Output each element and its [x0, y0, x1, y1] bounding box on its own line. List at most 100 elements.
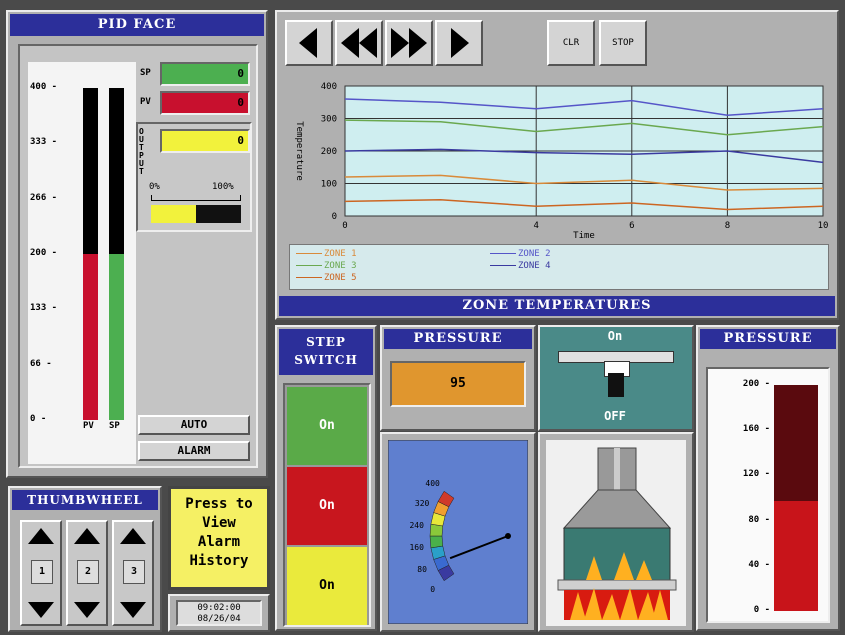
legend-label: ZONE 1: [324, 249, 357, 259]
x-tick-label: 4: [533, 221, 538, 231]
x-axis-label: Time: [573, 231, 595, 241]
legend-item: ZONE 3: [296, 261, 357, 271]
legend-swatch: [296, 265, 322, 266]
next-button[interactable]: [435, 20, 483, 66]
chevron-down-icon[interactable]: [118, 600, 148, 620]
toggle-panel: On OFF: [538, 325, 694, 431]
legend-swatch: [296, 253, 322, 254]
legend-item: ZONE 4: [490, 261, 551, 271]
thumbwheel-column: 1: [20, 520, 62, 626]
trend-legend: ZONE 1 ZONE 2 ZONE 3 ZONE 4 ZONE 5: [289, 244, 829, 290]
legend-item: ZONE 2: [490, 249, 551, 259]
thumbwheel-panel: THUMBWHEEL 123: [8, 486, 162, 632]
output-bar-track: [151, 205, 241, 223]
pressure-bar-tick: 200 -: [742, 379, 770, 389]
legend-swatch: [490, 265, 516, 266]
alarm-history-line1: Press to: [185, 496, 253, 512]
pv-bar-track: [83, 88, 98, 420]
output-scale: [151, 195, 241, 201]
step-state-2[interactable]: On: [287, 467, 367, 545]
output-value-field: 0: [160, 129, 250, 153]
sp-bar-fill: [109, 254, 124, 420]
y-axis-label: Temperature: [294, 121, 304, 181]
auto-button[interactable]: AUTO: [138, 415, 250, 435]
pressure-bar-tick: 160 -: [742, 424, 770, 435]
alarm-history-button[interactable]: Press to View Alarm History: [168, 486, 270, 590]
rewind-icon: [341, 28, 377, 58]
legend-label: ZONE 4: [518, 261, 551, 271]
gauge-panel: 0 80 160 240 320 400: [380, 432, 536, 632]
toggle-switch[interactable]: [602, 361, 630, 397]
pid-y-tick: 133 -: [30, 303, 58, 314]
step-state-3[interactable]: On: [287, 547, 367, 625]
pressure-numeric-value: 95: [390, 361, 526, 407]
pid-face-panel: PID FACE 400 - 333 - 266 - 200 - 133 - 66 - 0 …: [6, 10, 268, 478]
alarm-history-line3: Alarm: [197, 534, 241, 550]
pid-y-tick: 66 -: [30, 358, 52, 369]
rewind-button[interactable]: [335, 20, 383, 66]
pid-y-tick: 400 -: [30, 82, 58, 92]
pv-tag: PV: [140, 97, 151, 107]
y-tick-label: 100: [321, 180, 337, 190]
gauge-tick-label: 400: [425, 479, 440, 488]
furnace-panel: [538, 432, 694, 632]
prev-button[interactable]: [285, 20, 333, 66]
thumbwheel-column: 2: [66, 520, 108, 626]
pid-face-title: PID FACE: [10, 14, 264, 36]
thumbwheel-column: 3: [112, 520, 154, 626]
x-tick-label: 0: [342, 221, 347, 231]
pid-y-tick: 200 -: [30, 248, 58, 258]
chevron-down-icon[interactable]: [72, 600, 102, 620]
sp-value-field[interactable]: 0: [160, 62, 250, 86]
fast-forward-button[interactable]: [385, 20, 433, 66]
pressure-bar-tick: 80 -: [748, 514, 770, 525]
legend-label: ZONE 5: [324, 273, 357, 283]
output-bar-fill: [151, 205, 196, 223]
pv-bar-fill: [83, 254, 98, 420]
chevron-up-icon[interactable]: [72, 526, 102, 546]
step-switch-title-line2: SWITCH: [294, 353, 358, 367]
gauge-tick-label: 240: [409, 521, 424, 530]
fast-forward-icon: [391, 28, 427, 58]
y-tick-label: 0: [332, 212, 337, 222]
sp-tag: SP: [140, 68, 151, 78]
output-tag: OUTPUT: [139, 127, 144, 176]
chevron-up-icon[interactable]: [118, 526, 148, 546]
x-tick-label: 6: [629, 221, 634, 231]
step-state-1[interactable]: On: [287, 387, 367, 465]
thumbwheel-title: THUMBWHEEL: [12, 490, 158, 510]
pv-bar-label: PV: [83, 421, 94, 431]
pressure-gauge: 0 80 160 240 320 400: [388, 440, 528, 624]
legend-item: ZONE 1: [296, 249, 357, 259]
pv-value-field: 0: [160, 91, 250, 115]
chevron-down-icon[interactable]: [26, 600, 56, 620]
sp-bar-track: [109, 88, 124, 420]
step-switch-title: STEP SWITCH: [279, 329, 373, 375]
gauge-tick-label: 320: [415, 499, 430, 508]
thumbwheel-digit: 3: [123, 560, 145, 584]
clock-time: 09:02:00: [197, 603, 241, 613]
stop-button[interactable]: STOP: [599, 20, 647, 66]
legend-swatch: [296, 277, 322, 278]
x-tick-label: 8: [725, 221, 730, 231]
clock-panel: 09:02:00 08/26/04: [168, 594, 270, 632]
thumbwheel-digit: 2: [77, 560, 99, 584]
pressure-numeric-panel: PRESSURE 95: [380, 325, 536, 431]
pressure-bar-tick: 0 -: [753, 605, 770, 615]
clock-display: 09:02:00 08/26/04: [176, 600, 262, 626]
pid-y-tick: 266 -: [30, 192, 58, 203]
alarm-history-line2: View: [202, 515, 236, 531]
y-tick-label: 200: [321, 147, 337, 157]
gauge-hub: [505, 533, 511, 539]
pressure-bar-tick: 120 -: [742, 469, 770, 480]
alarm-indicator: ALARM: [138, 441, 250, 461]
gauge-tick-label: 160: [409, 543, 424, 552]
gauge-face: [388, 440, 528, 624]
next-icon: [451, 28, 469, 58]
clr-button[interactable]: CLR: [547, 20, 595, 66]
pid-y-tick: 333 -: [30, 137, 58, 148]
chevron-up-icon[interactable]: [26, 526, 56, 546]
pressure-bar-tick: 40 -: [748, 559, 770, 570]
sp-bar-label: SP: [109, 421, 120, 431]
trend-title: ZONE TEMPERATURES: [279, 296, 835, 316]
